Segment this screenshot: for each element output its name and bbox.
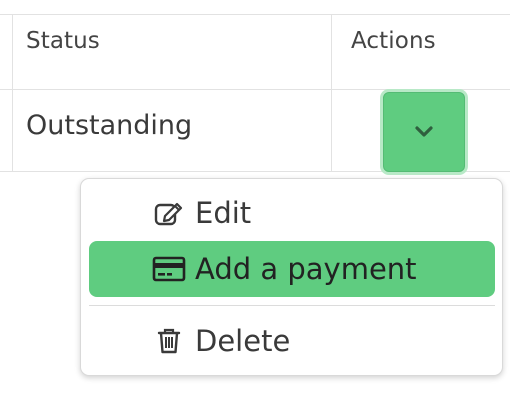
header-divider	[0, 89, 510, 90]
menu-item-label: Delete	[195, 324, 291, 358]
menu-item-delete[interactable]: Delete	[89, 313, 495, 369]
menu-item-label: Add a payment	[195, 252, 417, 286]
column-divider	[331, 14, 332, 172]
status-cell: Outstanding	[26, 110, 193, 141]
menu-item-edit[interactable]: Edit	[89, 185, 495, 241]
menu-item-label: Edit	[195, 196, 252, 230]
actions-dropdown-menu: Edit Add a payment Delete	[80, 178, 503, 376]
credit-card-icon	[151, 251, 187, 287]
edit-icon	[151, 195, 187, 231]
actions-dropdown-button[interactable]	[383, 92, 465, 172]
chevron-down-icon	[415, 126, 433, 137]
actions-column-header: Actions	[351, 28, 436, 54]
invoice-table: Status Actions Outstanding	[0, 0, 510, 172]
invoice-table-view: Status Actions Outstanding Edit Add a pa…	[0, 0, 510, 404]
status-column-header[interactable]: Status	[26, 28, 100, 54]
trash-icon	[151, 323, 187, 359]
column-divider	[12, 14, 13, 172]
menu-divider	[89, 305, 495, 306]
table-top-border	[0, 14, 510, 15]
menu-item-add-payment[interactable]: Add a payment	[89, 241, 495, 297]
